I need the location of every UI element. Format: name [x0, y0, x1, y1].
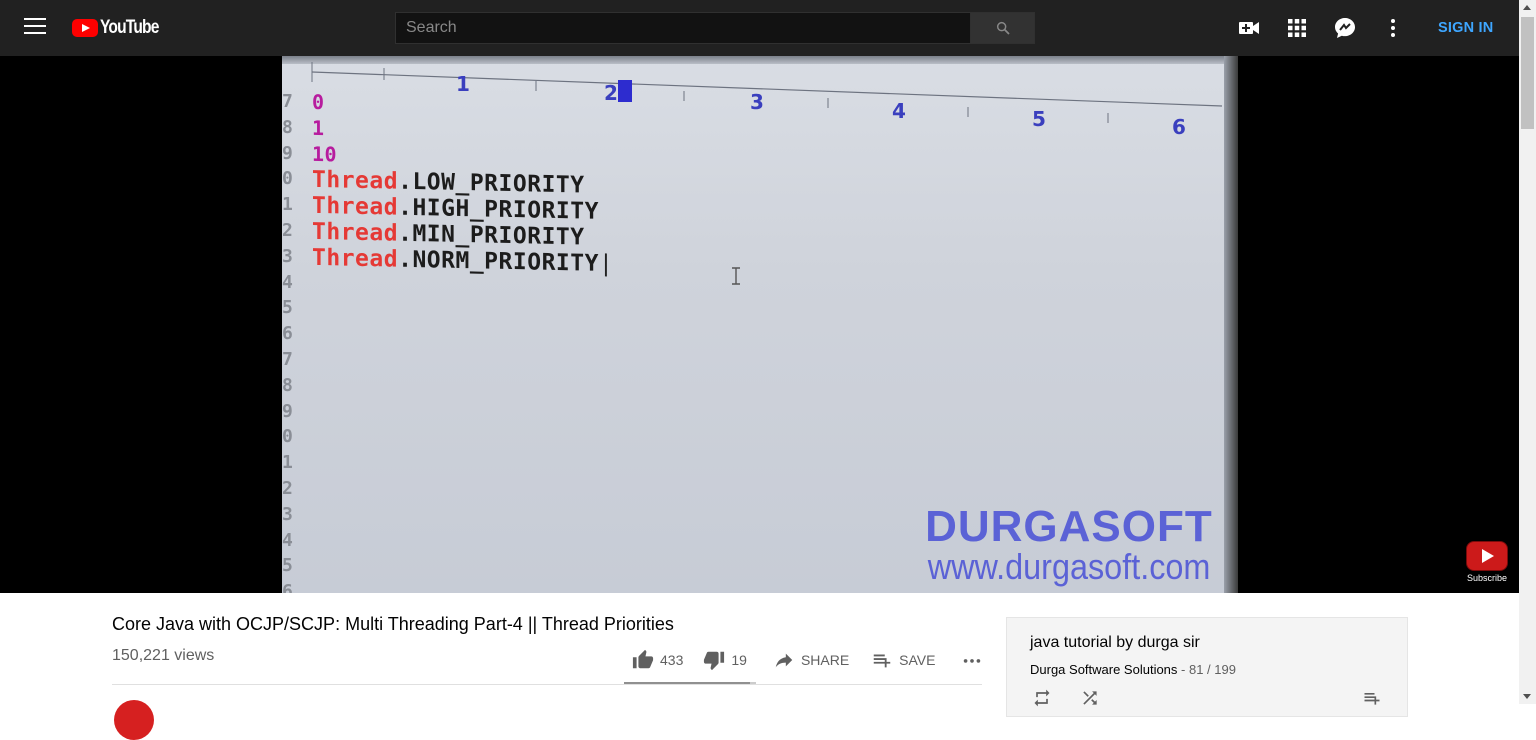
code-keyword: Thread — [312, 218, 399, 247]
apps-grid-icon[interactable] — [1285, 16, 1309, 40]
code-text: .LOW_PRIORITY — [398, 168, 585, 199]
menu-icon[interactable] — [24, 18, 46, 38]
code-keyword: Thread — [312, 192, 399, 221]
scroll-down-arrow-icon[interactable] — [1523, 694, 1531, 699]
ruler-number: 4 — [892, 99, 906, 123]
watermark-url: www.durgasoft.com — [927, 546, 1211, 587]
like-button[interactable]: 433 — [632, 649, 683, 671]
code-text: .NORM_PRIORITY — [398, 246, 599, 277]
info-divider — [112, 684, 982, 685]
code-text: .MIN_PRIORITY — [398, 220, 585, 251]
search-button[interactable] — [971, 12, 1035, 44]
search-input[interactable] — [395, 12, 971, 44]
masthead: YouTube SIGN IN — [0, 0, 1519, 56]
video-frame[interactable]: 1 2 3 4 5 6 78901234567890123456 0 1 10 … — [282, 56, 1238, 593]
subscribe-play-icon — [1466, 541, 1508, 571]
loop-icon[interactable] — [1031, 688, 1053, 708]
more-vert-icon[interactable] — [1381, 16, 1405, 40]
video-player[interactable]: 1 2 3 4 5 6 78901234567890123456 0 1 10 … — [0, 56, 1519, 593]
search-bar — [395, 12, 1035, 44]
editor-line: Thread.NORM_PRIORITY| — [312, 244, 614, 278]
create-video-icon[interactable] — [1237, 16, 1261, 40]
code-keyword: Thread — [312, 244, 399, 273]
text-cursor-icon — [732, 267, 740, 285]
share-icon — [775, 653, 793, 668]
thumbs-down-icon — [704, 651, 725, 671]
more-actions-button[interactable] — [961, 649, 983, 671]
save-label: SAVE — [899, 652, 936, 668]
search-icon — [996, 21, 1010, 35]
dislike-count: 19 — [731, 652, 747, 668]
video-actions: 433 19 SHARE SAVE — [624, 646, 983, 674]
more-horiz-icon — [964, 659, 981, 663]
channel-watermark: DURGASOFT www.durgasoft.com — [912, 505, 1226, 585]
youtube-logo[interactable]: YouTube — [72, 17, 171, 39]
playlist-save-icon[interactable] — [1361, 688, 1383, 708]
line-number-gutter: 78901234567890123456 — [282, 91, 293, 593]
dislike-button[interactable]: 19 — [703, 649, 747, 671]
playlist-panel: java tutorial by durga sir Durga Softwar… — [1006, 617, 1408, 717]
sign-in-button[interactable]: SIGN IN — [1426, 18, 1505, 38]
video-title: Core Java with OCJP/SCJP: Multi Threadin… — [112, 614, 674, 634]
view-count: 150,221 views — [112, 647, 215, 664]
share-label: SHARE — [800, 652, 850, 668]
thumbs-up-icon — [632, 649, 654, 669]
playlist-position: 81 / 199 — [1188, 662, 1236, 677]
shuffle-icon[interactable] — [1079, 688, 1101, 708]
playlist-meta: Durga Software Solutions - 81 / 199 — [1030, 662, 1236, 677]
editor-text: 0 1 10 Thread.LOW_PRIORITY Thread.HIGH_P… — [312, 89, 613, 277]
playlist-separator: - — [1177, 662, 1189, 677]
watermark-title: DURGASOFT — [925, 502, 1213, 551]
save-button[interactable]: SAVE — [871, 649, 935, 671]
playlist-title[interactable]: java tutorial by durga sir — [1030, 634, 1200, 652]
share-button[interactable]: SHARE — [773, 649, 849, 671]
scrollbar-thumb[interactable] — [1521, 17, 1534, 129]
ruler-number: 3 — [750, 90, 764, 114]
page-scrollbar[interactable] — [1519, 0, 1536, 704]
ruler-number: 6 — [1172, 115, 1186, 136]
channel-avatar[interactable] — [114, 700, 154, 740]
playlist-add-icon — [873, 654, 891, 668]
scroll-up-arrow-icon[interactable] — [1523, 5, 1531, 10]
logo-wordmark: YouTube — [100, 17, 159, 38]
youtube-play-icon — [72, 19, 98, 37]
ruler-number: 5 — [1032, 107, 1046, 131]
subscribe-watermark-button[interactable]: Subscribe — [1466, 541, 1508, 583]
playlist-owner[interactable]: Durga Software Solutions — [1030, 662, 1177, 677]
like-count: 433 — [660, 652, 684, 668]
messages-icon[interactable] — [1333, 16, 1357, 40]
code-keyword: Thread — [312, 166, 399, 195]
subscribe-label: Subscribe — [1466, 573, 1508, 583]
